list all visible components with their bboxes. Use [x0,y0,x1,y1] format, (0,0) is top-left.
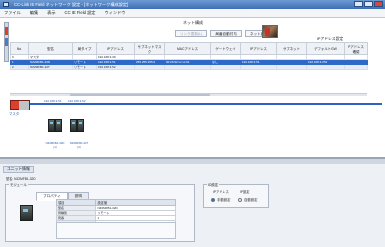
col-header[interactable]: ゲートウェイ [210,42,241,55]
id-settings-label: ID設定 [207,182,220,187]
table-cell[interactable]: NZ2MFB1-32T [28,64,73,70]
table-row[interactable]: 2 NZ2MFB1-32T リモート 192.168.3.52 [10,64,368,70]
grid-toolbar: リンク更新(L) 局番自動付与 ネット番号 [175,30,273,37]
col-header[interactable]: デフォルトGW [306,42,345,55]
radio-label: 手動設定 [217,198,231,202]
remote-station-device[interactable] [70,119,77,132]
master-station-label: マスタ [9,112,20,116]
menu-file[interactable]: ファイル [4,10,21,16]
col-header[interactable]: サブネット [276,42,307,55]
menu-bar: ファイル 編集 表示 CC IE Field 設定 ウィンドウ [0,9,385,18]
unit-info-title: ユニット情報 [3,166,34,173]
scrollbar-thumb[interactable] [70,94,210,96]
window-controls [354,1,383,7]
col-header[interactable]: Pアドレス 確認 [344,42,368,55]
table-cell[interactable]: 192.168.3.52 [96,64,135,70]
title-bar: CC-Link IE Field ネットワーク 設定 - [ネットワーク構成設定… [0,0,385,9]
device-caption: NZ2MFB1-32T (2) [69,141,89,149]
photo-red-module [265,28,270,36]
property-description-box [56,222,176,239]
ip-setting-label: IP設定 [240,190,250,194]
node-ip-label: 192.168.3.51 [44,99,62,103]
table-cell[interactable] [210,64,241,70]
table-cell[interactable]: 2 [10,64,29,70]
toolbox-blue-marker [5,38,8,46]
radio-checked-icon[interactable] [211,197,215,202]
selected-model-label: 型名: NZ2MFB1-32D [6,177,36,181]
master-station-device[interactable] [10,100,30,110]
master-cpu-module [19,101,29,110]
col-header[interactable]: MACアドレス [164,42,211,55]
id-settings-group: ID設定 [203,182,269,208]
table-cell[interactable] [276,64,307,70]
table-cell[interactable] [134,64,165,70]
close-button[interactable] [374,1,383,7]
network-bus-line [12,103,382,105]
remote-station-device[interactable] [55,119,62,132]
grid-group-title: ネット構成 [183,20,203,25]
col-header[interactable]: No. [10,42,29,55]
menu-settings[interactable]: CC IE Field 設定 [65,10,96,16]
col-header[interactable]: サブネットマスク [134,42,165,55]
remote-station-device[interactable] [48,119,55,132]
remote-station-device[interactable] [77,119,84,132]
maximize-button[interactable] [364,1,373,7]
table-cell[interactable] [164,64,211,70]
radio-auto[interactable]: 自動設定 [238,197,258,202]
auto-station-number-button[interactable]: 局番自動付与 [210,30,242,37]
device-caption: NZ2MFB1-32D (1) [45,141,65,149]
node-ip-label: 192.168.3.52 [68,99,86,103]
radio-unchecked-icon[interactable] [238,197,242,202]
station-grid: No. 型名 局タイプ IPアドレス サブネットマスク MACアドレス ゲートウ… [10,42,368,70]
menu-window[interactable]: ウィンドウ [105,10,126,16]
window-title: CC-Link IE Field ネットワーク 設定 - [ネットワーク構成設定… [14,2,129,7]
toolbox-red-marker [5,27,8,35]
side-toolbox-tab[interactable] [4,22,9,62]
module-group-label: モジュール [9,182,28,187]
col-header[interactable]: 型名 [28,42,73,55]
table-cell[interactable] [344,64,368,70]
minimize-button[interactable] [354,1,363,7]
menu-view[interactable]: 表示 [47,10,55,16]
col-header[interactable]: IPアドレス [96,42,135,55]
radio-manual[interactable]: 手動設定 [211,197,231,202]
grid-horizontal-scrollbar[interactable] [10,93,367,96]
table-cell[interactable]: リモート [72,64,97,70]
table-cell[interactable] [240,64,277,70]
table-cell[interactable] [306,64,345,70]
radio-label: 自動設定 [244,198,258,202]
link-update-button[interactable]: リンク更新(L) [175,30,208,37]
col-header[interactable]: 局タイプ [72,42,97,55]
ip-address-label: IPアドレス [213,190,229,194]
device-photo [262,25,278,38]
col-header[interactable]: IPアドレス [240,42,277,55]
app-icon [3,2,9,7]
module-thumbnail [20,205,33,221]
grid-header-row: No. 型名 局タイプ IPアドレス サブネットマスク MACアドレス ゲートウ… [10,42,368,55]
menu-edit[interactable]: 編集 [30,10,38,16]
